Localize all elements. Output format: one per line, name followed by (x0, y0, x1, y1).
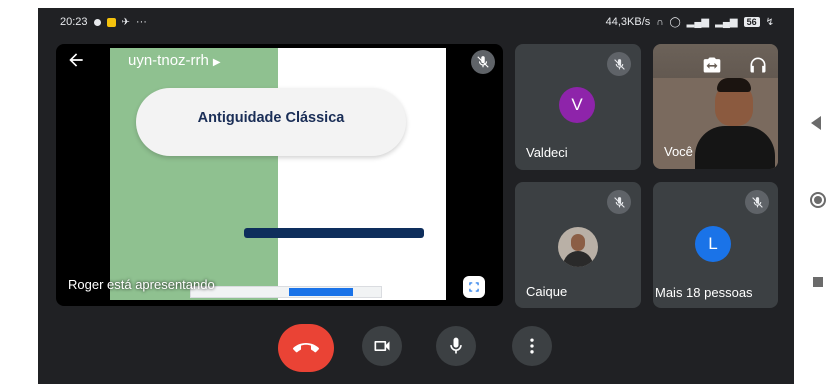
video-person-body (695, 126, 775, 169)
presenter-label: Roger está apresentando (68, 277, 215, 292)
end-call-button[interactable] (278, 324, 334, 372)
nav-recents-icon[interactable] (813, 277, 823, 287)
mic-off-icon (477, 56, 489, 68)
headphones-status-icon: ∩ (656, 16, 664, 28)
more-notifications-icon: ··· (135, 16, 147, 28)
presentation-tile[interactable]: Antiguidade Clássica uyn-tnoz-rrh ▶ Roger… (56, 44, 503, 306)
fullscreen-button[interactable] (463, 276, 485, 298)
fullscreen-icon (469, 282, 479, 292)
participant-count-label: Mais 18 pessoas (655, 285, 753, 300)
slide-accent-bar (244, 228, 424, 238)
participant-name: Você (664, 144, 693, 159)
chevron-right-icon: ▶ (212, 57, 221, 68)
mic-off-icon (751, 196, 763, 208)
nav-back-icon[interactable] (811, 116, 821, 130)
headphones-icon (750, 57, 766, 73)
audio-output-button[interactable] (745, 52, 771, 78)
shield-icon (93, 18, 101, 26)
notification-app-icon (106, 17, 116, 27)
switch-camera-button[interactable] (699, 52, 725, 78)
more-participants-tile[interactable]: L Mais 18 pessoas (653, 182, 778, 308)
participant-muted-badge (607, 190, 631, 214)
participant-name: Valdeci (526, 145, 568, 160)
microphone-toggle-button[interactable] (436, 326, 476, 366)
switch-camera-icon (703, 57, 721, 73)
avatar (558, 227, 598, 267)
hangup-icon (293, 343, 319, 353)
self-video-tile[interactable]: Você (653, 44, 778, 169)
sharing-notice-button (289, 288, 353, 296)
avatar-photo-shirt (563, 251, 593, 267)
avatar: V (559, 87, 595, 123)
battery-icon: 56 (743, 17, 760, 27)
camera-toggle-button[interactable] (362, 326, 402, 366)
signal-icon: ▂▄▆ (686, 16, 710, 28)
nav-home-dot (814, 196, 822, 204)
status-bar: 20:23 ✈ ··· 44,3KB/s ∩ ◯ ▂▄▆ ▂▄▆ 56 ↯ (38, 8, 794, 36)
participant-tile-valdeci[interactable]: V Valdeci (515, 44, 641, 170)
charging-icon: ↯ (765, 16, 774, 28)
back-arrow-icon[interactable] (66, 50, 90, 74)
participant-name: Caique (526, 284, 568, 299)
mic-off-icon (613, 196, 625, 208)
signal-secondary-icon: ▂▄▆ (715, 16, 738, 28)
avatar: L (695, 226, 731, 262)
participant-muted-badge (607, 52, 631, 76)
meeting-code: uyn-tnoz-rrh (128, 52, 209, 69)
slide-green-panel (110, 48, 278, 300)
participant-tile-caique[interactable]: Caique (515, 182, 641, 308)
battery-level: 56 (746, 17, 757, 27)
airplane-icon: ✈ (121, 16, 130, 28)
shared-slide: Antiguidade Clássica (110, 48, 446, 300)
clock: 20:23 (60, 16, 88, 28)
video-person-hair (717, 78, 751, 92)
mic-off-icon (613, 58, 625, 70)
avatar-photo-face (571, 234, 585, 251)
android-nav-bar (796, 0, 831, 390)
alarm-icon: ◯ (669, 16, 681, 28)
mic-icon (450, 337, 462, 354)
more-vert-icon (530, 338, 534, 354)
meet-screen: 20:23 ✈ ··· 44,3KB/s ∩ ◯ ▂▄▆ ▂▄▆ 56 ↯ An… (38, 8, 794, 384)
call-controls (38, 324, 794, 372)
meeting-code-button[interactable]: uyn-tnoz-rrh ▶ (128, 52, 221, 69)
videocam-icon (374, 341, 390, 351)
more-options-button[interactable] (512, 326, 552, 366)
network-speed: 44,3KB/s (605, 16, 651, 28)
presenter-muted-badge (471, 50, 495, 74)
participant-muted-badge (745, 190, 769, 214)
slide-title: Antiguidade Clássica (197, 110, 345, 126)
sharing-notice (190, 286, 382, 298)
